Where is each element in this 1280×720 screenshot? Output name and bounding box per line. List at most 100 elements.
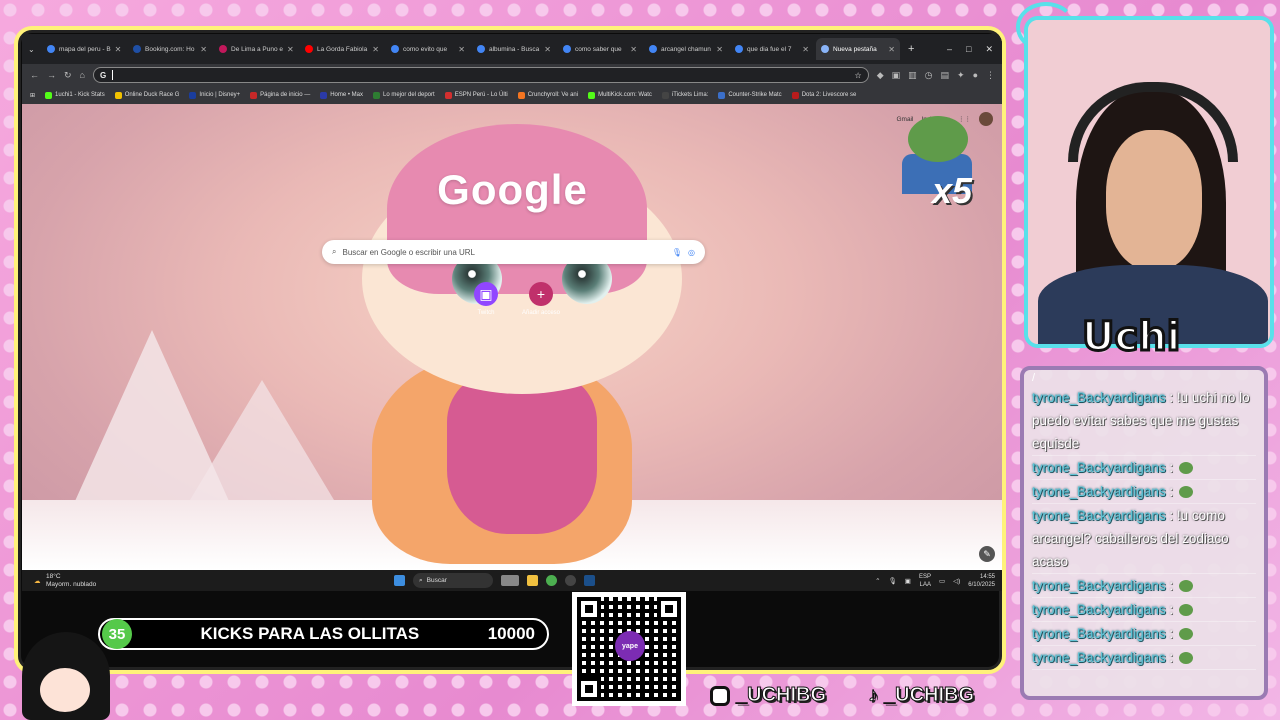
browser-tab[interactable]: que dia fue el 7 ✕: [730, 38, 814, 60]
instagram-text: _UCHIBG: [735, 684, 827, 707]
menu-icon[interactable]: ⋮: [986, 70, 995, 81]
chat-username[interactable]: tyrone_Backyardigans: [1032, 578, 1166, 593]
tab-close-icon[interactable]: ✕: [888, 45, 895, 54]
qr-pattern: yape: [577, 597, 681, 701]
chat-message: tyrone_Backyardigans :: [1032, 622, 1256, 646]
chat-username[interactable]: tyrone_Backyardigans: [1032, 650, 1166, 665]
tab-label: La Gorda Fabiola: [317, 45, 368, 53]
browser-tab[interactable]: como saber que ✕: [558, 38, 642, 60]
qr-finder: [577, 677, 601, 701]
customize-edit-button[interactable]: ✎: [979, 546, 995, 562]
bookmark-item[interactable]: Online Duck Race G: [114, 91, 180, 99]
lens-icon[interactable]: ◎: [688, 248, 695, 257]
tab-close-icon[interactable]: ✕: [802, 45, 809, 54]
close-window-button[interactable]: ✕: [985, 44, 993, 55]
bookmark-label: Online Duck Race G: [124, 92, 180, 98]
tab-favicon-icon: [477, 45, 485, 53]
tab-close-icon[interactable]: ✕: [630, 45, 637, 54]
tab-close-icon[interactable]: ✕: [200, 45, 207, 54]
bookmark-item[interactable]: Crunchyroll: Ve ani: [517, 91, 579, 99]
reload-icon[interactable]: ↻: [64, 70, 72, 81]
browser-tab[interactable]: como evito que ✕: [386, 38, 470, 60]
address-input[interactable]: [112, 70, 848, 80]
system-tray: ⌃ 🎙 ▣ ESP LAA ▭ ◁) 14:55 6/10/2025: [875, 573, 995, 589]
file-explorer-icon[interactable]: [527, 575, 538, 586]
chat-username[interactable]: tyrone_Backyardigans: [1032, 508, 1166, 523]
tab-label: Nueva pestaña: [833, 45, 877, 53]
pepe-emote-icon: [1179, 604, 1194, 617]
tab-search-icon[interactable]: ⌄: [28, 45, 40, 54]
pepe-emote-overlay: x5: [902, 116, 982, 216]
network-icon[interactable]: ▭: [939, 577, 945, 585]
bookmark-item[interactable]: MultiKick.com: Watc: [588, 91, 652, 99]
tab-close-icon[interactable]: ✕: [458, 45, 465, 54]
bookmark-item[interactable]: iTickets Lima:: [661, 91, 708, 99]
chat-username[interactable]: tyrone_Backyardigans: [1032, 602, 1166, 617]
volume-icon[interactable]: ◁): [953, 577, 960, 585]
google-search-box[interactable]: ⌕ Buscar en Google o escribir una URL 🎙 …: [322, 240, 705, 264]
tab-close-icon[interactable]: ✕: [544, 45, 551, 54]
shortcut-twitch[interactable]: ▣ Twitch: [474, 282, 498, 316]
chat-username[interactable]: tyrone_Backyardigans: [1032, 390, 1166, 405]
extensions-puzzle-icon[interactable]: ✦: [957, 70, 965, 81]
bookmark-item[interactable]: ESPN Perú - Lo Últi: [444, 91, 508, 99]
bookmark-label: Crunchyroll: Ve ani: [527, 92, 579, 98]
apps-icon[interactable]: ⊞: [30, 92, 35, 99]
clock[interactable]: 14:55 6/10/2025: [968, 573, 995, 589]
new-tab-button[interactable]: +: [908, 43, 914, 55]
bookmark-item[interactable]: Lo mejor del deport: [372, 91, 435, 99]
windows-start-icon[interactable]: [394, 575, 405, 586]
language-indicator[interactable]: ESP LAA: [919, 573, 931, 589]
browser-tab[interactable]: De Lima a Puno e ✕: [214, 38, 298, 60]
history-icon[interactable]: ◷: [925, 70, 933, 81]
search-input[interactable]: Buscar en Google o escribir una URL: [342, 248, 475, 257]
address-bar[interactable]: G ☆: [92, 67, 869, 83]
extension-icon[interactable]: ▣: [892, 70, 901, 81]
extension-icon[interactable]: ▤: [941, 70, 950, 81]
tab-close-icon[interactable]: ✕: [287, 45, 294, 54]
chat-username[interactable]: tyrone_Backyardigans: [1032, 484, 1166, 499]
forward-icon[interactable]: →: [47, 70, 56, 80]
tray-chevron-icon[interactable]: ⌃: [875, 577, 880, 585]
bookmark-item[interactable]: Inicio | Disney+: [189, 91, 240, 99]
maximize-button[interactable]: □: [966, 44, 971, 55]
yape-logo: yape: [615, 631, 645, 661]
mic-icon[interactable]: 🎙: [889, 577, 897, 585]
browser-tab[interactable]: albumina - Busca ✕: [472, 38, 556, 60]
bookmark-item[interactable]: Página de inicio —: [250, 91, 310, 99]
chrome-icon[interactable]: [546, 575, 557, 586]
browser-tab[interactable]: Nueva pestaña ✕: [816, 38, 900, 60]
extension-icon[interactable]: ▥: [908, 70, 917, 81]
webcam-feed: [1024, 16, 1274, 348]
steam-icon[interactable]: [584, 575, 595, 586]
browser-tab[interactable]: Booking.com: Ho ✕: [128, 38, 212, 60]
bookmark-item[interactable]: Home • Max: [320, 91, 363, 99]
shortcut-add[interactable]: + Añadir acceso: [522, 282, 560, 316]
emote-multiplier: x5: [932, 170, 973, 211]
voice-search-icon[interactable]: 🎙: [672, 248, 682, 257]
chat-username[interactable]: tyrone_Backyardigans: [1032, 460, 1166, 475]
weather-widget[interactable]: 18°C Mayorm. nublado: [46, 573, 96, 589]
obs-icon[interactable]: [565, 575, 576, 586]
tab-close-icon[interactable]: ✕: [716, 45, 723, 54]
extension-icon[interactable]: ◆: [877, 70, 884, 81]
profile-icon[interactable]: ●: [973, 70, 978, 80]
windows-taskbar: ☁ 18°C Mayorm. nublado ⌕ Buscar ⌃ 🎙 ▣ ES…: [22, 570, 1002, 591]
minimize-button[interactable]: –: [947, 44, 952, 55]
chat-username[interactable]: tyrone_Backyardigans: [1032, 626, 1166, 641]
back-icon[interactable]: ←: [30, 70, 39, 80]
browser-tab[interactable]: arcangel chamun ✕: [644, 38, 728, 60]
home-icon[interactable]: ⌂: [80, 70, 85, 80]
tab-close-icon[interactable]: ✕: [372, 45, 379, 54]
browser-tab[interactable]: mapa del peru - B ✕: [42, 38, 126, 60]
bookmark-item[interactable]: Dota 2: Livescore se: [791, 91, 856, 99]
bookmark-item[interactable]: 1uchi1 - Kick Stats: [45, 91, 105, 99]
bookmark-item[interactable]: Counter-Strike Matc: [718, 91, 782, 99]
browser-tab[interactable]: La Gorda Fabiola ✕: [300, 38, 384, 60]
star-icon[interactable]: ☆: [855, 71, 862, 80]
tab-close-icon[interactable]: ✕: [115, 45, 122, 54]
tray-app-icon[interactable]: ▣: [905, 577, 911, 585]
task-view-icon[interactable]: [501, 575, 519, 586]
bookmark-label: Lo mejor del deport: [382, 92, 435, 98]
taskbar-search[interactable]: ⌕ Buscar: [413, 573, 493, 588]
